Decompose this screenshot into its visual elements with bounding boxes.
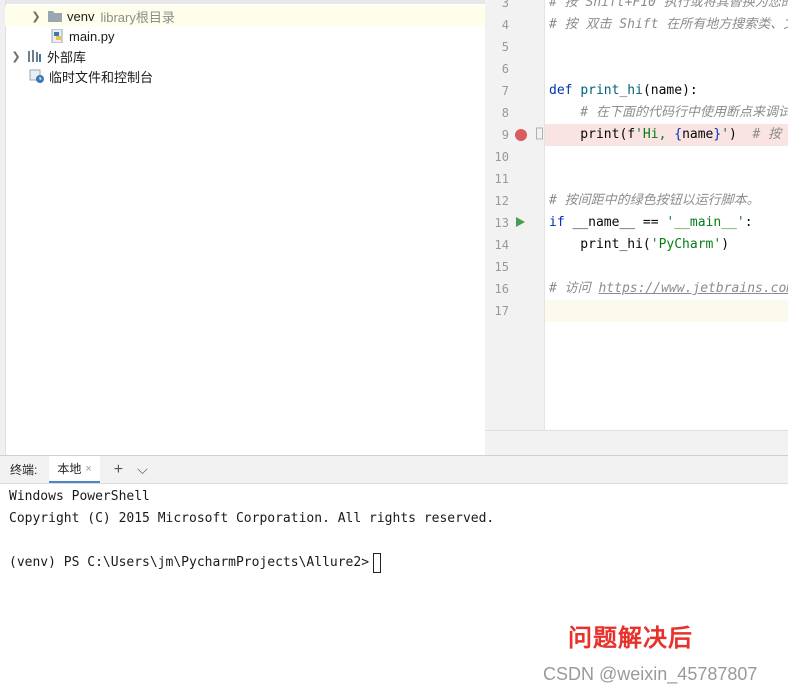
line-number: 6 [501,62,509,76]
line-number: 10 [494,150,509,164]
terminal-title: 终端: [10,463,38,477]
tree-item-hint: library根目录 [100,9,175,25]
breakpoint-icon[interactable] [513,127,529,143]
panel-top-edge [0,0,485,4]
editor-scroll-area [485,430,788,456]
scratches-icon [29,69,45,83]
tree-item-label: 临时文件和控制台 [49,69,154,85]
terminal-tab-bar: 终端: 本地 × + ⌵ [0,456,788,484]
line-number: 16 [494,282,509,296]
line-number: 9 [501,128,509,142]
terminal-prompt-line: (venv) PS C:\Users\jm\PycharmProjects\Al… [9,552,494,574]
code-line-if: if __name__ == '__main__': [549,215,753,230]
code-line: # 按 Shift+F10 执行或将其替换为您的代码。 [549,0,788,10]
annotation-text: 问题解决后 [568,625,693,652]
project-panel: ❯ venv library根目录 main.py ❯ 外部库 临时文件和控制台 [0,0,485,455]
code-line-link: # 访问 https://www.jetbrains.com/help/pych… [549,281,788,296]
line-number: 4 [501,18,509,32]
tree-item-main-py[interactable]: main.py [5,26,115,46]
tab-label: 本地 [57,462,82,476]
terminal-prompt: (venv) PS C:\Users\jm\PycharmProjects\Al… [9,555,370,570]
chevron-right-icon[interactable]: ❯ [29,10,43,23]
terminal-line: Copyright (C) 2015 Microsoft Corporation… [9,511,495,526]
python-file-icon [49,28,65,44]
chevron-down-icon[interactable]: ⌵ [137,461,148,478]
code-line-breakpoint: print(f'Hi, {name}') # 按 Ctrl+F8 切换断点 [545,124,788,146]
terminal-line: Windows PowerShell [9,489,150,504]
code-line-call: print_hi('PyCharm') [549,237,730,252]
tree-item-label: 外部库 [47,49,87,65]
line-number: 13 [494,216,509,230]
tree-item-external-libraries[interactable]: ❯ 外部库 [5,46,86,66]
chevron-right-icon[interactable]: ❯ [9,50,23,63]
line-number: 17 [494,304,509,318]
code-line: # 在下面的代码行中使用断点来调试脚本 [580,105,788,120]
tree-item-label: venv [67,8,95,24]
line-number: 14 [494,238,509,252]
run-icon[interactable] [513,215,527,229]
terminal-cursor[interactable] [373,552,382,573]
code-line-def: def print_hi(name): [549,83,698,98]
code-editor[interactable]: 3 4 5 6 7 8 9 10 11 12 13 14 15 16 17 # … [485,0,788,456]
line-number: 12 [494,194,509,208]
terminal-panel[interactable]: 终端: 本地 × + ⌵ Windows PowerShell Copyrigh… [0,455,788,697]
code-line: # 按间距中的绿色按钮以运行脚本。 [549,193,760,208]
editor-gutter: 3 4 5 6 7 8 9 10 11 12 13 14 15 16 17 [485,0,545,430]
folder-icon [47,9,63,23]
code-area[interactable]: # 按 Shift+F10 执行或将其替换为您的代码。 # 按 双击 Shift… [545,0,788,430]
tree-item-label: main.py [69,28,115,44]
code-line-current [545,300,788,322]
line-number: 15 [494,260,509,274]
line-number: 11 [494,172,509,186]
line-number: 8 [501,106,509,120]
line-number: 7 [501,84,509,98]
library-icon [27,49,43,63]
terminal-output[interactable]: Windows PowerShell Copyright (C) 2015 Mi… [9,486,494,574]
add-tab-icon[interactable]: + [114,461,123,479]
fold-marker-icon[interactable] [536,127,544,141]
code-line: # 按 双击 Shift 在所有地方搜索类、文件 [549,17,788,32]
close-icon[interactable]: × [85,463,91,475]
line-number: 5 [501,40,509,54]
tab-local[interactable]: 本地 × [49,456,100,483]
line-number: 3 [501,0,509,10]
tree-item-venv[interactable]: ❯ venv library根目录 [5,6,485,26]
tree-item-scratches[interactable]: 临时文件和控制台 [5,66,153,86]
watermark: CSDN @weixin_45787807 [543,664,758,684]
